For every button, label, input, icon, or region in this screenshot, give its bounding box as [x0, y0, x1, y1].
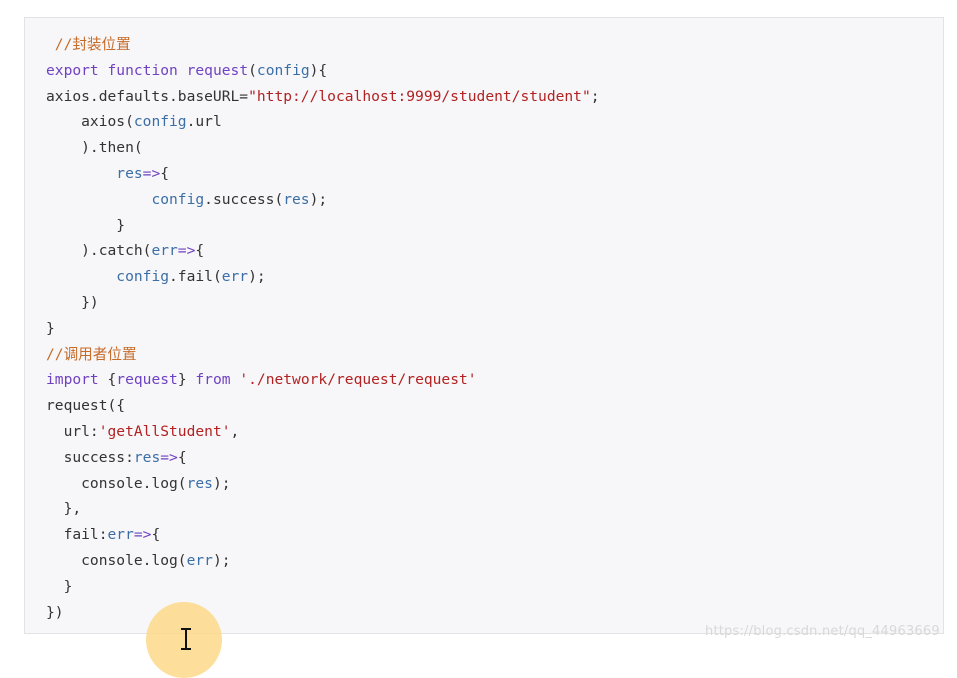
code-line: config.fail(err);	[46, 264, 600, 290]
code-token-plain: ,	[230, 422, 240, 440]
code-token-plain: ;	[590, 87, 600, 105]
code-line: success:res=>{	[46, 445, 600, 471]
code-line: axios.defaults.baseURL="http://localhost…	[46, 84, 600, 110]
code-line: ).then(	[46, 135, 600, 161]
code-line: },	[46, 496, 600, 522]
code-line: export function request(config){	[46, 58, 600, 84]
code-token-comment: //封装位置	[46, 36, 131, 53]
code-token-plain: axios.defaults.baseURL=	[46, 87, 249, 105]
code-line: request({	[46, 393, 600, 419]
code-token-ident: res	[133, 448, 161, 466]
code-token-plain: }	[177, 371, 196, 389]
code-token-plain: );	[248, 268, 266, 286]
code-token-plain: {	[98, 371, 117, 389]
code-line: axios(config.url	[46, 109, 600, 135]
code-token-plain: {	[177, 448, 187, 466]
code-token-plain: ).catch(	[46, 242, 152, 260]
code-token-plain: );	[212, 551, 231, 569]
code-token-plain: ).then(	[46, 139, 143, 157]
code-token-string: './network/request/request'	[239, 371, 477, 389]
code-token-plain: }	[46, 216, 126, 234]
code-token-keyword: import	[46, 371, 99, 389]
code-token-plain: ){	[309, 61, 328, 79]
code-token-plain: }	[46, 577, 73, 595]
code-token-string: 'getAllStudent'	[98, 422, 231, 440]
code-token-ident: config	[151, 190, 205, 208]
code-line: fail:err=>{	[46, 522, 600, 548]
code-token-plain: );	[309, 190, 328, 208]
code-line: ).catch(err=>{	[46, 238, 600, 264]
code-token-keyword: =>	[133, 526, 152, 544]
code-token-ident: err	[151, 242, 178, 260]
code-token-plain: {	[160, 164, 170, 182]
code-token-ident: err	[221, 268, 249, 286]
code-token-plain: request({	[46, 397, 126, 415]
code-line: }	[46, 213, 600, 239]
watermark: https://blog.csdn.net/qq_44963669	[705, 624, 940, 639]
code-token-keyword: =>	[160, 448, 178, 466]
code-line: }	[46, 316, 600, 342]
code-content: //封装位置 export function request(config){ax…	[46, 32, 600, 625]
code-line: }	[46, 574, 600, 600]
code-token-plain: {	[151, 526, 161, 544]
code-token-plain: axios(	[46, 113, 134, 131]
code-line: })	[46, 600, 600, 626]
code-line: res=>{	[46, 161, 600, 187]
code-token-plain: .url	[186, 113, 222, 131]
code-block: //封装位置 export function request(config){ax…	[24, 17, 944, 634]
code-token-plain: url:	[46, 422, 99, 440]
code-token-plain: fail:	[46, 526, 108, 544]
text-cursor-icon	[181, 628, 191, 650]
code-line: console.log(res);	[46, 471, 600, 497]
code-token-keyword: export	[46, 61, 99, 79]
code-line: console.log(err);	[46, 548, 600, 574]
code-token-plain: success:	[46, 448, 134, 466]
code-token-keyword: function	[107, 61, 178, 79]
code-token-plain: .fail(	[169, 268, 222, 286]
code-line: //封装位置	[46, 32, 600, 58]
code-token-plain: );	[212, 474, 231, 492]
code-token-plain: .success(	[204, 190, 284, 208]
code-token-ident: config	[133, 113, 187, 131]
code-line: import {request} from './network/request…	[46, 367, 600, 393]
code-line: config.success(res);	[46, 187, 600, 213]
code-line: //调用者位置	[46, 342, 600, 368]
code-token-ident: res	[116, 164, 143, 182]
code-token-string: "http://localhost:9999/student/student"	[248, 87, 591, 105]
code-token-plain: console.log(	[46, 551, 187, 569]
code-token-ident: err	[107, 526, 134, 544]
code-token-keyword: from	[195, 371, 231, 389]
code-token-comment: //调用者位置	[46, 345, 137, 363]
code-token-plain: (	[248, 61, 257, 79]
code-token-keyword: request	[116, 371, 178, 389]
code-token-keyword: request	[186, 61, 249, 79]
code-line: url:'getAllStudent',	[46, 419, 600, 445]
code-token-ident: err	[186, 551, 213, 569]
code-token-ident: config	[116, 268, 170, 286]
code-token-plain: }	[46, 319, 55, 337]
code-token-keyword: =>	[142, 164, 161, 182]
code-line: })	[46, 290, 600, 316]
code-token-plain: console.log(	[46, 474, 187, 492]
code-token-plain: {	[195, 242, 205, 260]
code-token-ident: res	[186, 474, 213, 492]
code-token-keyword: =>	[177, 242, 196, 260]
code-token-ident: config	[256, 61, 310, 79]
code-token-plain: })	[46, 603, 64, 621]
code-token-plain: })	[46, 293, 99, 311]
code-token-plain: },	[46, 500, 82, 518]
code-token-ident: res	[283, 190, 310, 208]
